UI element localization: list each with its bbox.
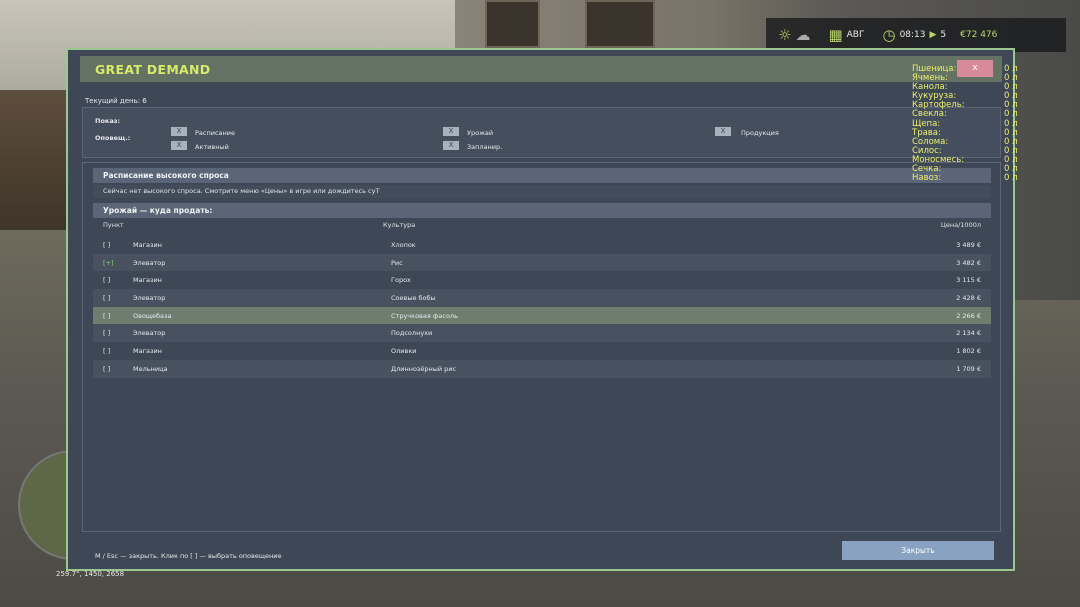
table-row[interactable]: [ ] Элеватор Подсолнухи 2 134 € [93,324,991,343]
schedule-checkbox-label: Расписание [195,129,235,137]
notify-toggle[interactable]: [ ] [103,241,110,249]
harvest-table-header: Пункт Культура Цена/1000л [93,221,991,232]
planned-checkbox-label: Запланир. [467,143,503,151]
harvest-checkbox-label: Урожай [467,129,494,137]
sell-point: Магазин [133,276,162,285]
crop-name: Горох [391,276,411,285]
barn-window [485,0,540,48]
sell-point: Элеватор [133,329,166,338]
crop-name: Рис [391,258,403,267]
filters-panel: Показ: Оповещ.: X Расписание X Урожай X … [82,107,1001,158]
sell-point: Овощебаза [133,311,172,320]
crop-price: 3 489 € [956,241,981,249]
crop-name: Стручковая фасоль [391,311,458,320]
crop-price: 1 709 € [956,364,981,373]
date: ▦ АВГ [828,25,865,44]
table-row[interactable]: [ ] Элеватор Соевые бобы 2 428 € [93,289,991,307]
overlay-value: 0 л [1004,173,1018,184]
harvest-section-title: Урожай — куда продать: [93,203,991,218]
schedule-notice: Сейчас нет высокого спроса. Смотрите мен… [93,185,991,198]
notify-toggle[interactable]: [ ] [103,329,110,337]
table-row[interactable]: [ ] Магазин Оливки 1 802 € [93,342,991,360]
table-row-selected[interactable]: [ ] Овощебаза Стручковая фасоль 2 266 € [93,306,991,325]
top-hud: ☼ ☁ ▦ АВГ ◷ 08:13 ▶ 5 €72 476 [766,18,1066,52]
dialog-title: GREAT DEMAND [95,61,211,77]
crop-price: 2 428 € [956,294,981,303]
active-checkbox[interactable]: X [171,141,187,150]
crop-name: Соевые бобы [391,294,436,303]
crop-price: 3 482 € [956,258,981,267]
notify-toggle[interactable]: [+] [103,259,114,267]
barn-window [585,0,655,48]
crop-name: Хлопок [391,241,416,249]
overlay-row: Навоз: 0 л [912,174,1022,183]
planned-checkbox[interactable]: X [443,141,459,150]
crop-name: Длиннозёрный рис [391,364,457,373]
weather: ☼ ☁ [778,25,811,44]
schedule-checkbox[interactable]: X [171,127,187,136]
building-left [0,90,66,230]
harvest-table: [ ] Магазин Хлопок 3 489 € [+] Элеватор … [93,236,991,378]
footer-hint: M / Esc — закрыть. Клик по [ ] — выбрать… [95,552,282,560]
table-row[interactable]: [ ] Мельница Длиннозёрный рис 1 709 € [93,359,991,378]
current-day: Текущий день: 6 [85,97,147,105]
notify-label: Оповещ.: [95,134,131,142]
column-point: Пункт [103,221,124,229]
column-crop: Культура [383,221,416,229]
notify-toggle[interactable]: [ ] [103,312,110,320]
month-label: АВГ [846,30,865,40]
notify-toggle[interactable]: [ ] [103,276,110,284]
sell-point: Элеватор [133,294,166,303]
crop-price: 1 802 € [956,347,981,356]
schedule-section-title: Расписание высокого спроса [93,168,991,183]
money-label: €72 476 [960,30,998,40]
clock-icon: ◷ [882,25,896,44]
close-button[interactable]: Закрыть [842,541,994,560]
crop-name: Оливки [391,347,417,356]
notify-toggle[interactable]: [ ] [103,365,110,373]
content-panel: Расписание высокого спроса Сейчас нет вы… [82,162,1001,532]
crop-price: 3 115 € [956,276,981,285]
sell-point: Магазин [133,241,162,249]
active-checkbox-label: Активный [195,143,229,151]
coordinates-readout: 259.7°, 1450, 2658 [56,570,125,578]
speed-icon: ▶ [929,29,937,40]
sell-point: Мельница [133,364,168,373]
storage-overlay: Пшеница: 0 л Ячмень: 0 л Канола: 0 л Кукуру… [912,64,1022,183]
table-row[interactable]: [ ] Магазин Горох 3 115 € [93,271,991,289]
table-row[interactable]: [ ] Магазин Хлопок 3 489 € [93,236,991,254]
speed-label: 5 [940,30,947,40]
cloud-icon: ☁ [795,25,811,44]
crop-name: Подсолнухи [391,329,433,338]
table-row[interactable]: [+] Элеватор Рис 3 482 € [93,253,991,272]
column-price: Цена/1000л [940,221,981,229]
notify-toggle[interactable]: [ ] [103,294,110,302]
crop-price: 2 266 € [956,311,981,320]
products-checkbox-label: Продукция [741,129,779,137]
harvest-checkbox[interactable]: X [443,127,459,136]
sell-point: Элеватор [133,258,166,267]
time-label: 08:13 [899,30,926,40]
overlay-name: Навоз: [912,173,942,184]
crop-price: 2 134 € [956,329,981,338]
sun-icon: ☼ [778,25,792,44]
products-checkbox[interactable]: X [715,127,731,136]
show-label: Показ: [95,117,121,125]
title-bar: GREAT DEMAND [80,56,1002,82]
notify-toggle[interactable]: [ ] [103,347,110,355]
sell-point: Магазин [133,347,162,356]
clock: ◷ 08:13 ▶ 5 [882,25,947,44]
money: €72 476 [960,30,997,40]
great-demand-dialog: GREAT DEMAND x Текущий день: 6 Показ: Оп… [66,48,1015,571]
calendar-icon: ▦ [828,25,843,44]
